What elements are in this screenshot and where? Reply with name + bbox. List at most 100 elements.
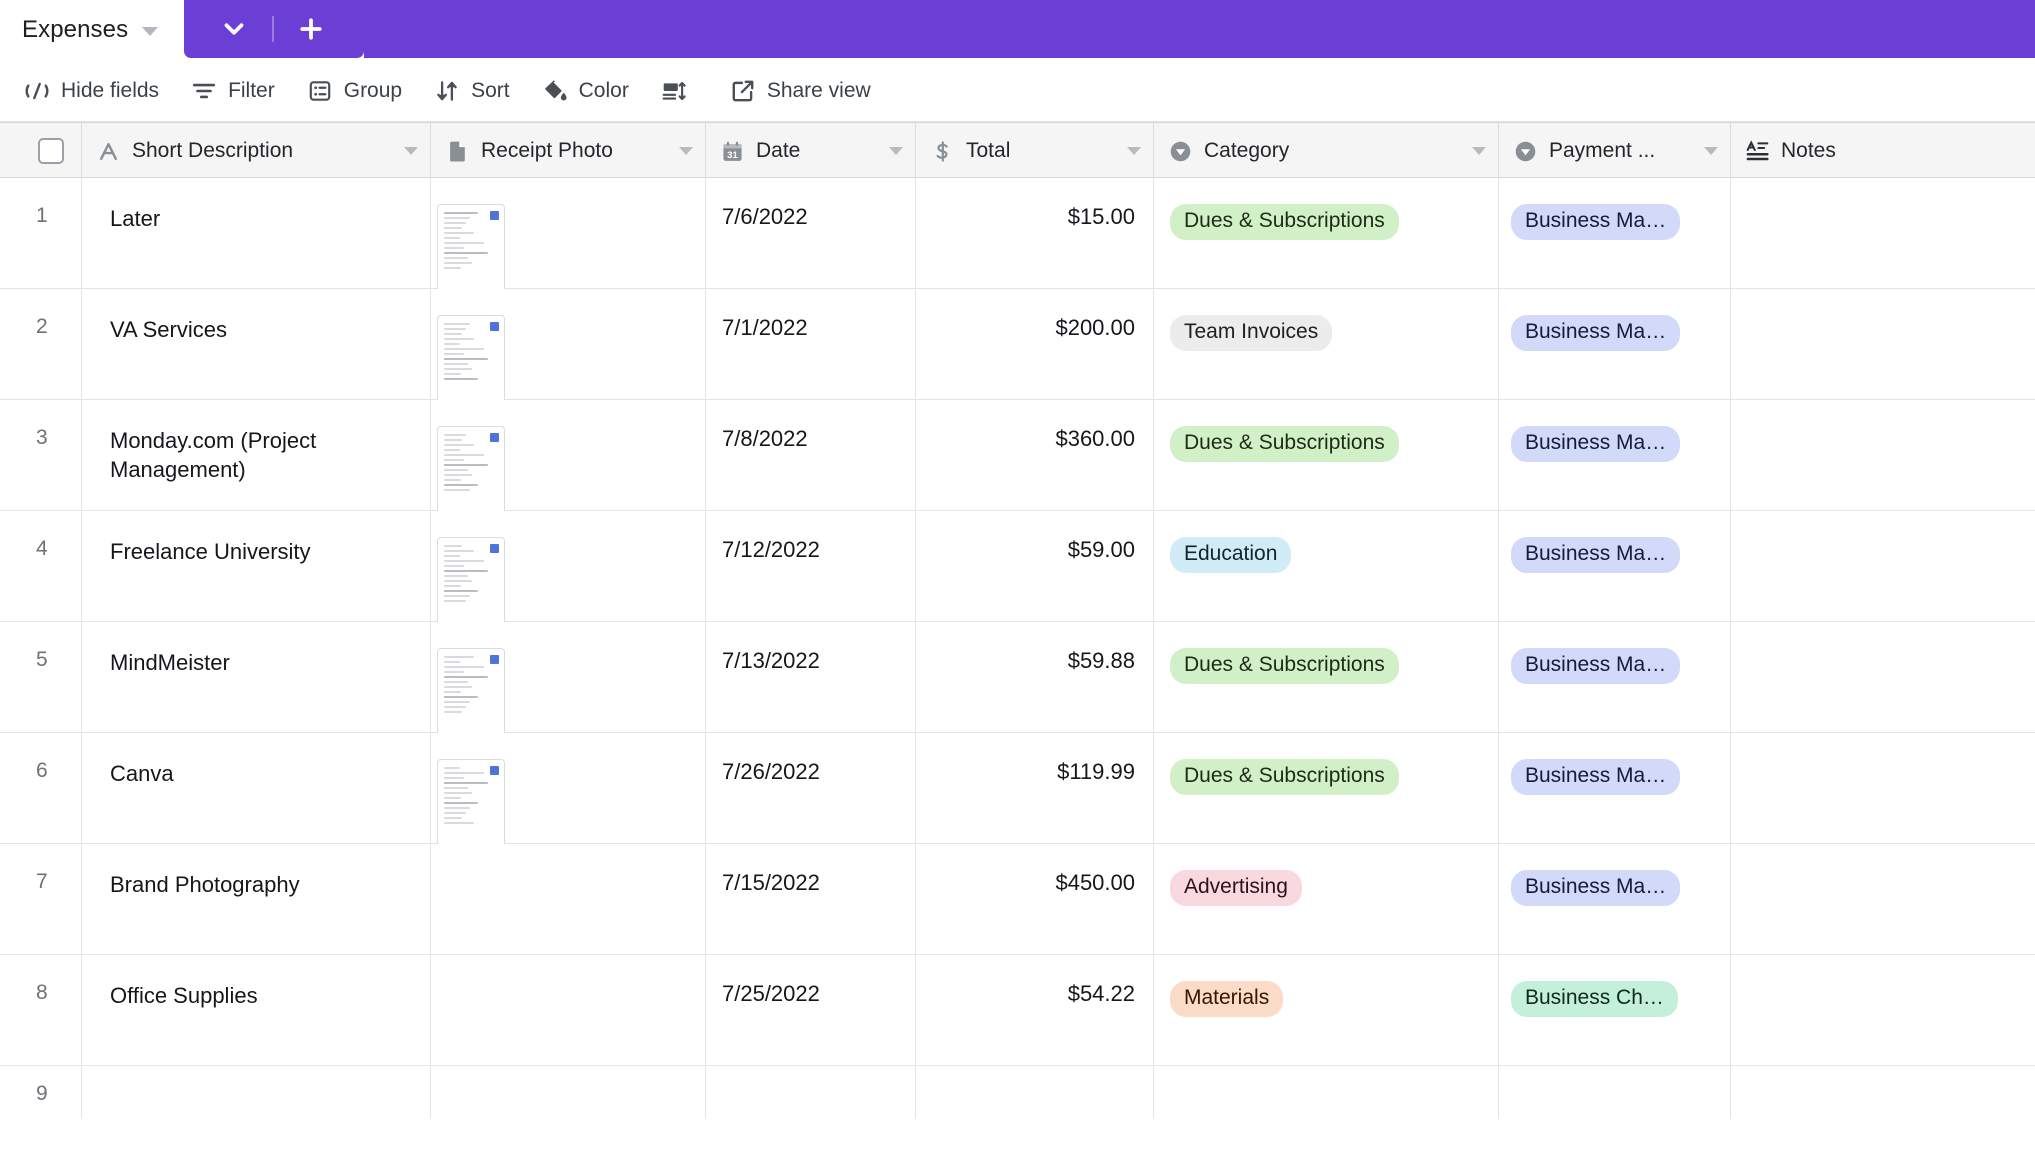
sort-button[interactable]: Sort bbox=[418, 72, 526, 110]
cell-short-description[interactable]: Later bbox=[82, 178, 431, 289]
receipt-thumbnail[interactable] bbox=[437, 648, 505, 733]
select-all-checkbox[interactable] bbox=[38, 138, 64, 164]
cell-receipt-photo[interactable] bbox=[431, 733, 706, 844]
row-height-button[interactable] bbox=[645, 72, 714, 110]
cell-short-description[interactable]: MindMeister bbox=[82, 622, 431, 733]
receipt-thumbnail[interactable] bbox=[437, 315, 505, 400]
cell-receipt-photo[interactable] bbox=[431, 955, 706, 1066]
table-row[interactable]: 7 Brand Photography 7/15/2022 $450.00 Advert… bbox=[0, 844, 2035, 955]
chevron-down-icon[interactable] bbox=[210, 0, 258, 58]
cell-short-description[interactable] bbox=[82, 1066, 431, 1119]
cell-category[interactable]: Dues & Subscriptions bbox=[1154, 622, 1499, 733]
cell-payment-method[interactable]: Business Ma… bbox=[1499, 844, 1731, 955]
cell-date[interactable]: 7/13/2022 bbox=[706, 622, 916, 733]
receipt-thumbnail[interactable] bbox=[437, 759, 505, 844]
column-header-notes[interactable]: Notes bbox=[1731, 123, 2035, 179]
cell-notes[interactable] bbox=[1731, 289, 2035, 400]
group-button[interactable]: Group bbox=[291, 72, 418, 110]
column-header-receipt-photo[interactable]: Receipt Photo bbox=[431, 123, 706, 179]
cell-date[interactable]: 7/6/2022 bbox=[706, 178, 916, 289]
chevron-down-icon[interactable] bbox=[404, 147, 418, 155]
cell-notes[interactable] bbox=[1731, 1066, 2035, 1119]
cell-notes[interactable] bbox=[1731, 178, 2035, 289]
table-row[interactable]: 2 VA Services 7/1/2022 $200.00 Team Invoices… bbox=[0, 289, 2035, 400]
cell-payment-method[interactable]: Business Ma… bbox=[1499, 511, 1731, 622]
color-button[interactable]: Color bbox=[526, 72, 645, 110]
cell-short-description[interactable]: Canva bbox=[82, 733, 431, 844]
cell-receipt-photo[interactable] bbox=[431, 1066, 706, 1119]
cell-short-description[interactable]: Office Supplies bbox=[82, 955, 431, 1066]
cell-payment-method[interactable]: Business Ma… bbox=[1499, 733, 1731, 844]
chevron-down-icon[interactable] bbox=[679, 147, 693, 155]
cell-receipt-photo[interactable] bbox=[431, 178, 706, 289]
cell-total[interactable]: $59.00 bbox=[916, 511, 1154, 622]
cell-category[interactable] bbox=[1154, 1066, 1499, 1119]
chevron-down-icon[interactable] bbox=[889, 147, 903, 155]
receipt-thumbnail[interactable] bbox=[437, 426, 505, 511]
cell-payment-method[interactable]: Business Ch… bbox=[1499, 955, 1731, 1066]
receipt-thumbnail[interactable] bbox=[437, 204, 505, 289]
cell-category[interactable]: Dues & Subscriptions bbox=[1154, 733, 1499, 844]
cell-short-description[interactable]: Monday.com (Project Management) bbox=[82, 400, 431, 511]
cell-receipt-photo[interactable] bbox=[431, 511, 706, 622]
cell-payment-method[interactable]: Business Ma… bbox=[1499, 622, 1731, 733]
cell-payment-method[interactable]: Business Ma… bbox=[1499, 289, 1731, 400]
column-header-category[interactable]: Category bbox=[1154, 123, 1499, 179]
cell-category[interactable]: Education bbox=[1154, 511, 1499, 622]
chevron-down-icon[interactable] bbox=[1472, 147, 1486, 155]
chevron-down-icon[interactable] bbox=[1704, 147, 1718, 155]
cell-category[interactable]: Dues & Subscriptions bbox=[1154, 400, 1499, 511]
cell-payment-method[interactable] bbox=[1499, 1066, 1731, 1119]
table-row[interactable]: 1 Later 7/6/2022 $15.00 Dues & Subscriptions… bbox=[0, 178, 2035, 289]
chevron-down-icon[interactable] bbox=[1127, 147, 1141, 155]
cell-category[interactable]: Team Invoices bbox=[1154, 289, 1499, 400]
column-header-total[interactable]: Total bbox=[916, 123, 1154, 179]
table-row[interactable]: 4 Freelance University 7/12/2022 $59.00 Educ… bbox=[0, 511, 2035, 622]
cell-total[interactable]: $54.22 bbox=[916, 955, 1154, 1066]
select-all-cell[interactable] bbox=[0, 123, 82, 179]
table-row[interactable]: 3 Monday.com (Project Management) 7/8/2022… bbox=[0, 400, 2035, 511]
cell-date[interactable]: 7/1/2022 bbox=[706, 289, 916, 400]
cell-category[interactable]: Materials bbox=[1154, 955, 1499, 1066]
cell-notes[interactable] bbox=[1731, 733, 2035, 844]
cell-notes[interactable] bbox=[1731, 511, 2035, 622]
table-row[interactable]: 5 MindMeister 7/13/2022 $59.88 Dues & Subscr… bbox=[0, 622, 2035, 733]
cell-receipt-photo[interactable] bbox=[431, 622, 706, 733]
cell-category[interactable]: Dues & Subscriptions bbox=[1154, 178, 1499, 289]
hide-fields-button[interactable]: Hide fields bbox=[8, 72, 175, 110]
cell-notes[interactable] bbox=[1731, 400, 2035, 511]
tab-expenses[interactable]: Expenses bbox=[0, 0, 185, 60]
cell-short-description[interactable]: VA Services bbox=[82, 289, 431, 400]
cell-receipt-photo[interactable] bbox=[431, 400, 706, 511]
cell-total[interactable]: $450.00 bbox=[916, 844, 1154, 955]
receipt-thumbnail[interactable] bbox=[437, 537, 505, 622]
cell-payment-method[interactable]: Business Ma… bbox=[1499, 400, 1731, 511]
cell-short-description[interactable]: Freelance University bbox=[82, 511, 431, 622]
cell-notes[interactable] bbox=[1731, 622, 2035, 733]
cell-date[interactable]: 7/15/2022 bbox=[706, 844, 916, 955]
cell-receipt-photo[interactable] bbox=[431, 289, 706, 400]
cell-date[interactable]: 7/8/2022 bbox=[706, 400, 916, 511]
cell-category[interactable]: Advertising bbox=[1154, 844, 1499, 955]
cell-notes[interactable] bbox=[1731, 955, 2035, 1066]
chevron-down-icon[interactable] bbox=[142, 27, 159, 36]
cell-total[interactable]: $59.88 bbox=[916, 622, 1154, 733]
cell-date[interactable]: 7/26/2022 bbox=[706, 733, 916, 844]
filter-button[interactable]: Filter bbox=[175, 72, 291, 110]
cell-date[interactable]: 7/25/2022 bbox=[706, 955, 916, 1066]
table-row[interactable]: 8 Office Supplies 7/25/2022 $54.22 Materials… bbox=[0, 955, 2035, 1066]
column-header-short-description[interactable]: Short Description bbox=[82, 123, 431, 179]
column-header-payment[interactable]: Payment ... bbox=[1499, 123, 1731, 179]
cell-payment-method[interactable]: Business Ma… bbox=[1499, 178, 1731, 289]
table-row[interactable]: 6 Canva 7/26/2022 $119.99 Dues & Subscriptio… bbox=[0, 733, 2035, 844]
cell-notes[interactable] bbox=[1731, 844, 2035, 955]
cell-total[interactable] bbox=[916, 1066, 1154, 1119]
cell-total[interactable]: $200.00 bbox=[916, 289, 1154, 400]
cell-total[interactable]: $360.00 bbox=[916, 400, 1154, 511]
column-header-date[interactable]: 31 Date bbox=[706, 123, 916, 179]
share-view-button[interactable]: Share view bbox=[714, 72, 887, 110]
cell-date[interactable] bbox=[706, 1066, 916, 1119]
plus-icon[interactable] bbox=[288, 0, 334, 58]
cell-date[interactable]: 7/12/2022 bbox=[706, 511, 916, 622]
cell-short-description[interactable]: Brand Photography bbox=[82, 844, 431, 955]
